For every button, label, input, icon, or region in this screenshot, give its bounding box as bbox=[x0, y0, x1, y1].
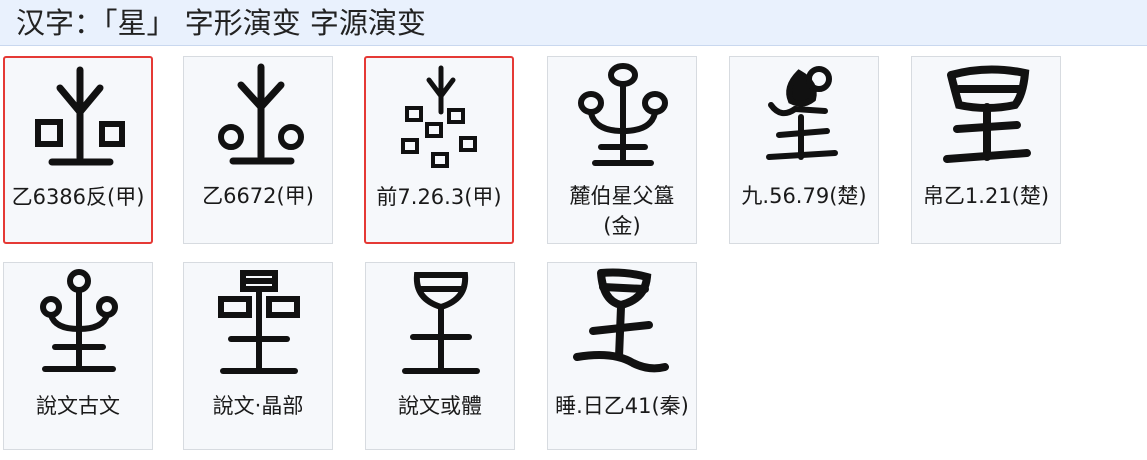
shuowen-ancient-star-icon bbox=[4, 263, 152, 378]
glyph-card-5[interactable]: 九.56.79(楚) bbox=[729, 56, 879, 244]
glyph-card-label: 乙6672(甲) bbox=[202, 184, 314, 208]
glyph-card-label: 說文古文 bbox=[36, 394, 120, 418]
glyph-card-6[interactable]: 帛乙1.21(楚) bbox=[911, 56, 1061, 244]
glyph-card-10[interactable]: 睡.日乙41(秦) bbox=[547, 262, 697, 450]
glyph-card-label: 前7.26.3(甲) bbox=[376, 185, 502, 209]
bronze-star-icon bbox=[548, 57, 696, 172]
glyph-card-1[interactable]: 乙6386反(甲) bbox=[3, 56, 153, 244]
glyph-card-label: 乙6386反(甲) bbox=[11, 185, 145, 209]
oracle-bone-star-2-icon bbox=[184, 57, 332, 172]
qin-clerical-star-icon bbox=[548, 263, 696, 378]
glyph-card-label: 說文或體 bbox=[398, 394, 482, 418]
glyph-card-label: 麓伯星父簋(金) bbox=[569, 184, 675, 238]
glyph-card-label: 九.56.79(楚) bbox=[741, 184, 867, 208]
shuowen-jing-star-icon bbox=[184, 263, 332, 378]
shuowen-variant-star-icon bbox=[366, 263, 514, 378]
oracle-bone-star-3-icon bbox=[366, 58, 512, 173]
glyph-card-7[interactable]: 說文古文 bbox=[3, 262, 153, 450]
glyph-card-8[interactable]: 說文‧晶部 bbox=[183, 262, 333, 450]
chu-bamboo-star-icon bbox=[730, 57, 878, 172]
glyph-card-9[interactable]: 說文或體 bbox=[365, 262, 515, 450]
glyph-card-label: 說文‧晶部 bbox=[212, 394, 304, 418]
oracle-bone-star-1-icon bbox=[5, 58, 151, 173]
glyph-evolution-grid: 乙6386反(甲) 乙6672(甲) 前7.26.3(甲) 麓伯星父簋(金) 九… bbox=[0, 0, 1147, 460]
glyph-card-3[interactable]: 前7.26.3(甲) bbox=[364, 56, 514, 244]
glyph-card-2[interactable]: 乙6672(甲) bbox=[183, 56, 333, 244]
glyph-card-4[interactable]: 麓伯星父簋(金) bbox=[547, 56, 697, 244]
chu-silk-star-icon bbox=[912, 57, 1060, 172]
glyph-card-label: 帛乙1.21(楚) bbox=[922, 184, 1050, 208]
glyph-card-label: 睡.日乙41(秦) bbox=[555, 394, 689, 418]
